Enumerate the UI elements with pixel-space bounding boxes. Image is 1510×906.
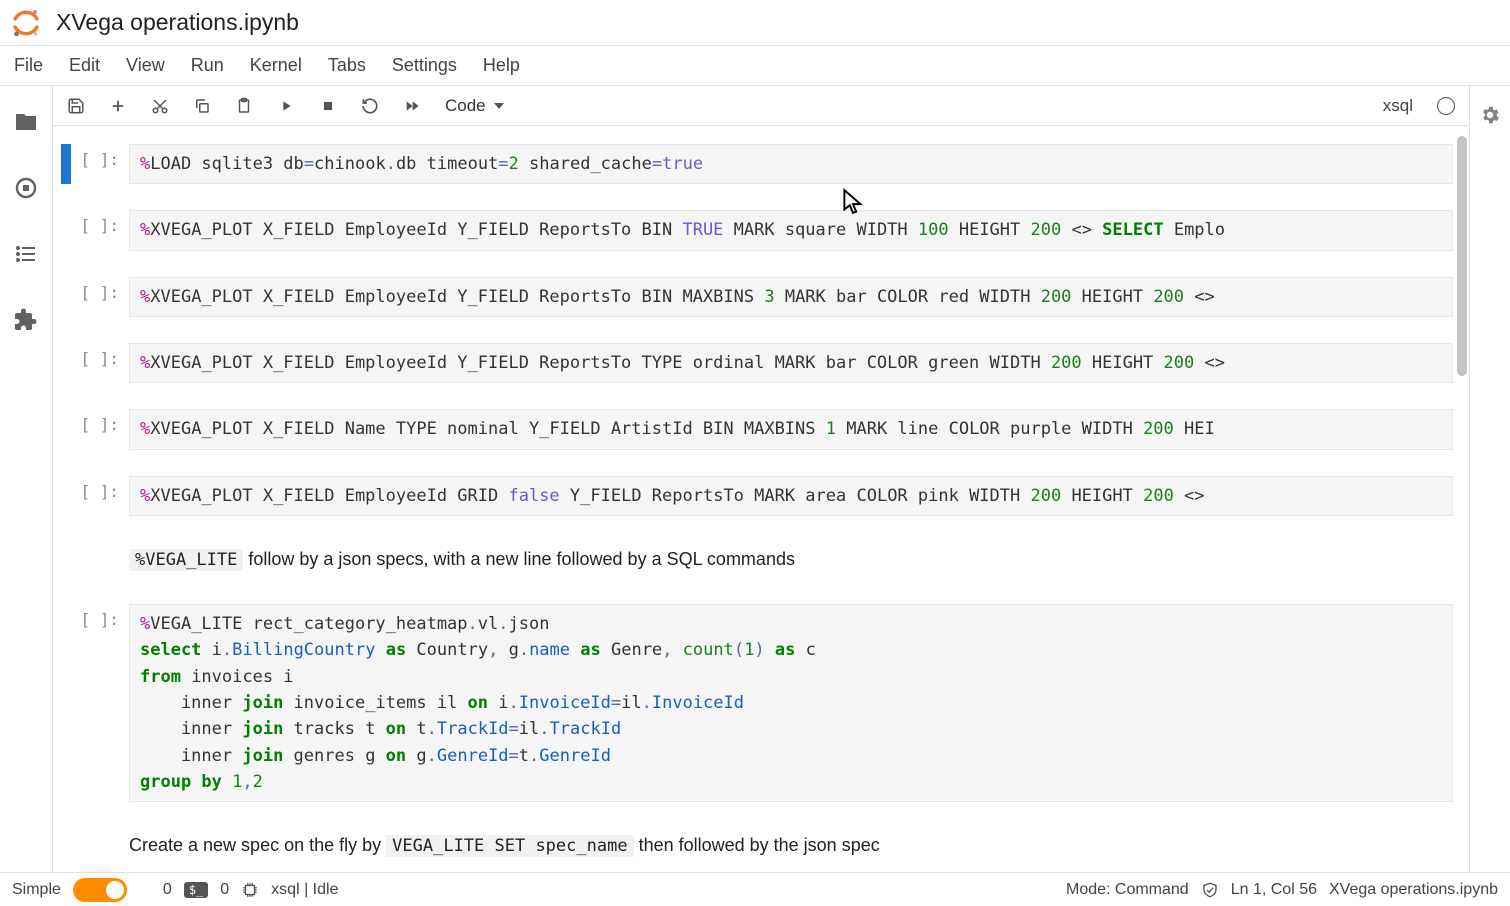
extensions-icon[interactable] — [14, 308, 38, 332]
cell-input[interactable]: %VEGA_LITE rect_category_heatmap.vl.json… — [129, 604, 1453, 802]
status-count-2: 0 — [220, 881, 229, 899]
menu-tabs[interactable]: Tabs — [328, 55, 366, 76]
sidebar-right — [1470, 86, 1510, 872]
notebook-area: [ ]: %LOAD sqlite3 db=chinook.db timeout… — [53, 126, 1469, 872]
notebook-title: XVega operations.ipynb — [56, 9, 299, 36]
scrollbar[interactable] — [1457, 136, 1467, 852]
kernel-status-icon[interactable] — [1437, 97, 1455, 115]
cell-prompt: [ ]: — [71, 476, 129, 516]
cell-prompt: [ ]: — [71, 210, 129, 250]
main: Code xsql [ ]: %LOAD sqlite3 db=chinook.… — [52, 86, 1470, 872]
menu-help[interactable]: Help — [483, 55, 520, 76]
statusbar: Simple 0 $_ 0 xsql | Idle Mode: Command … — [0, 872, 1510, 906]
markdown-content: %VEGA_LITE follow by a json specs, with … — [129, 542, 1453, 578]
cell-prompt: [ ]: — [71, 604, 129, 802]
status-mode: Mode: Command — [1066, 881, 1189, 899]
restart-icon[interactable] — [361, 97, 379, 115]
stop-icon[interactable] — [319, 97, 337, 115]
menu-settings[interactable]: Settings — [392, 55, 457, 76]
running-icon[interactable] — [14, 176, 38, 200]
menu-run[interactable]: Run — [191, 55, 224, 76]
body: Code xsql [ ]: %LOAD sqlite3 db=chinook.… — [0, 86, 1510, 872]
markdown-content: Create a new spec on the fly by VEGA_LIT… — [129, 828, 1453, 864]
simple-toggle[interactable] — [73, 878, 127, 902]
kernel-name[interactable]: xsql — [1383, 96, 1413, 116]
cell-prompt: [ ]: — [71, 343, 129, 383]
menu-view[interactable]: View — [126, 55, 165, 76]
menu-kernel[interactable]: Kernel — [250, 55, 302, 76]
fast-forward-icon[interactable] — [403, 97, 421, 115]
menu-file[interactable]: File — [14, 55, 43, 76]
cell-prompt: [ ]: — [71, 277, 129, 317]
cell-input[interactable]: %XVEGA_PLOT X_FIELD Name TYPE nominal Y_… — [129, 409, 1453, 449]
jupyter-logo — [10, 7, 42, 39]
code-cell[interactable]: [ ]: %XVEGA_PLOT X_FIELD EmployeeId Y_FI… — [53, 339, 1469, 387]
status-count-1: 0 — [163, 881, 172, 899]
cell-input[interactable]: %XVEGA_PLOT X_FIELD EmployeeId Y_FIELD R… — [129, 210, 1453, 250]
cell-prompt: [ ]: — [71, 409, 129, 449]
status-kernel[interactable]: xsql | Idle — [271, 881, 338, 899]
toc-icon[interactable] — [14, 242, 38, 266]
cell-input[interactable]: %LOAD sqlite3 db=chinook.db timeout=2 sh… — [129, 144, 1453, 184]
kernel-chip-icon[interactable] — [241, 881, 259, 899]
app: XVega operations.ipynb File Edit View Ru… — [0, 0, 1510, 906]
cell-input[interactable]: %XVEGA_PLOT X_FIELD EmployeeId GRID fals… — [129, 476, 1453, 516]
status-simple-label: Simple — [12, 881, 61, 899]
cell-input[interactable]: %XVEGA_PLOT X_FIELD EmployeeId Y_FIELD R… — [129, 343, 1453, 383]
markdown-cell[interactable]: . Create a new spec on the fly by VEGA_L… — [53, 824, 1469, 868]
gear-icon[interactable] — [1479, 104, 1501, 126]
cell-prompt: [ ]: — [71, 144, 129, 184]
menubar: File Edit View Run Kernel Tabs Settings … — [0, 46, 1510, 86]
shield-icon[interactable] — [1201, 881, 1219, 899]
sidebar-left — [0, 86, 52, 872]
inline-code: VEGA_LITE SET spec_name — [386, 835, 633, 857]
folder-icon[interactable] — [14, 110, 38, 134]
code-cell[interactable]: [ ]: %VEGA_LITE rect_category_heatmap.vl… — [53, 600, 1469, 806]
copy-icon[interactable] — [193, 97, 211, 115]
code-cell[interactable]: [ ]: %XVEGA_PLOT X_FIELD Name TYPE nomin… — [53, 405, 1469, 453]
code-cell[interactable]: [ ]: %XVEGA_PLOT X_FIELD EmployeeId Y_FI… — [53, 206, 1469, 254]
add-cell-icon[interactable] — [109, 97, 127, 115]
save-icon[interactable] — [67, 97, 85, 115]
cut-icon[interactable] — [151, 97, 169, 115]
code-cell[interactable]: [ ]: %LOAD sqlite3 db=chinook.db timeout… — [53, 140, 1469, 188]
cell-input[interactable]: %XVEGA_PLOT X_FIELD EmployeeId Y_FIELD R… — [129, 277, 1453, 317]
terminal-chip-icon[interactable]: $_ — [184, 882, 208, 898]
celltype-select[interactable]: Code — [445, 96, 506, 115]
paste-icon[interactable] — [235, 97, 253, 115]
markdown-cell[interactable]: . %VEGA_LITE follow by a json specs, wit… — [53, 538, 1469, 582]
code-cell[interactable]: [ ]: %XVEGA_PLOT X_FIELD EmployeeId Y_FI… — [53, 273, 1469, 321]
menu-edit[interactable]: Edit — [69, 55, 100, 76]
notebook-toolbar: Code xsql — [53, 86, 1469, 126]
inline-code: %VEGA_LITE — [129, 549, 243, 571]
status-filename: XVega operations.ipynb — [1329, 881, 1498, 899]
status-ln-col[interactable]: Ln 1, Col 56 — [1231, 881, 1317, 899]
titlebar: XVega operations.ipynb — [0, 0, 1510, 46]
run-icon[interactable] — [277, 97, 295, 115]
code-cell[interactable]: [ ]: %XVEGA_PLOT X_FIELD EmployeeId GRID… — [53, 472, 1469, 520]
